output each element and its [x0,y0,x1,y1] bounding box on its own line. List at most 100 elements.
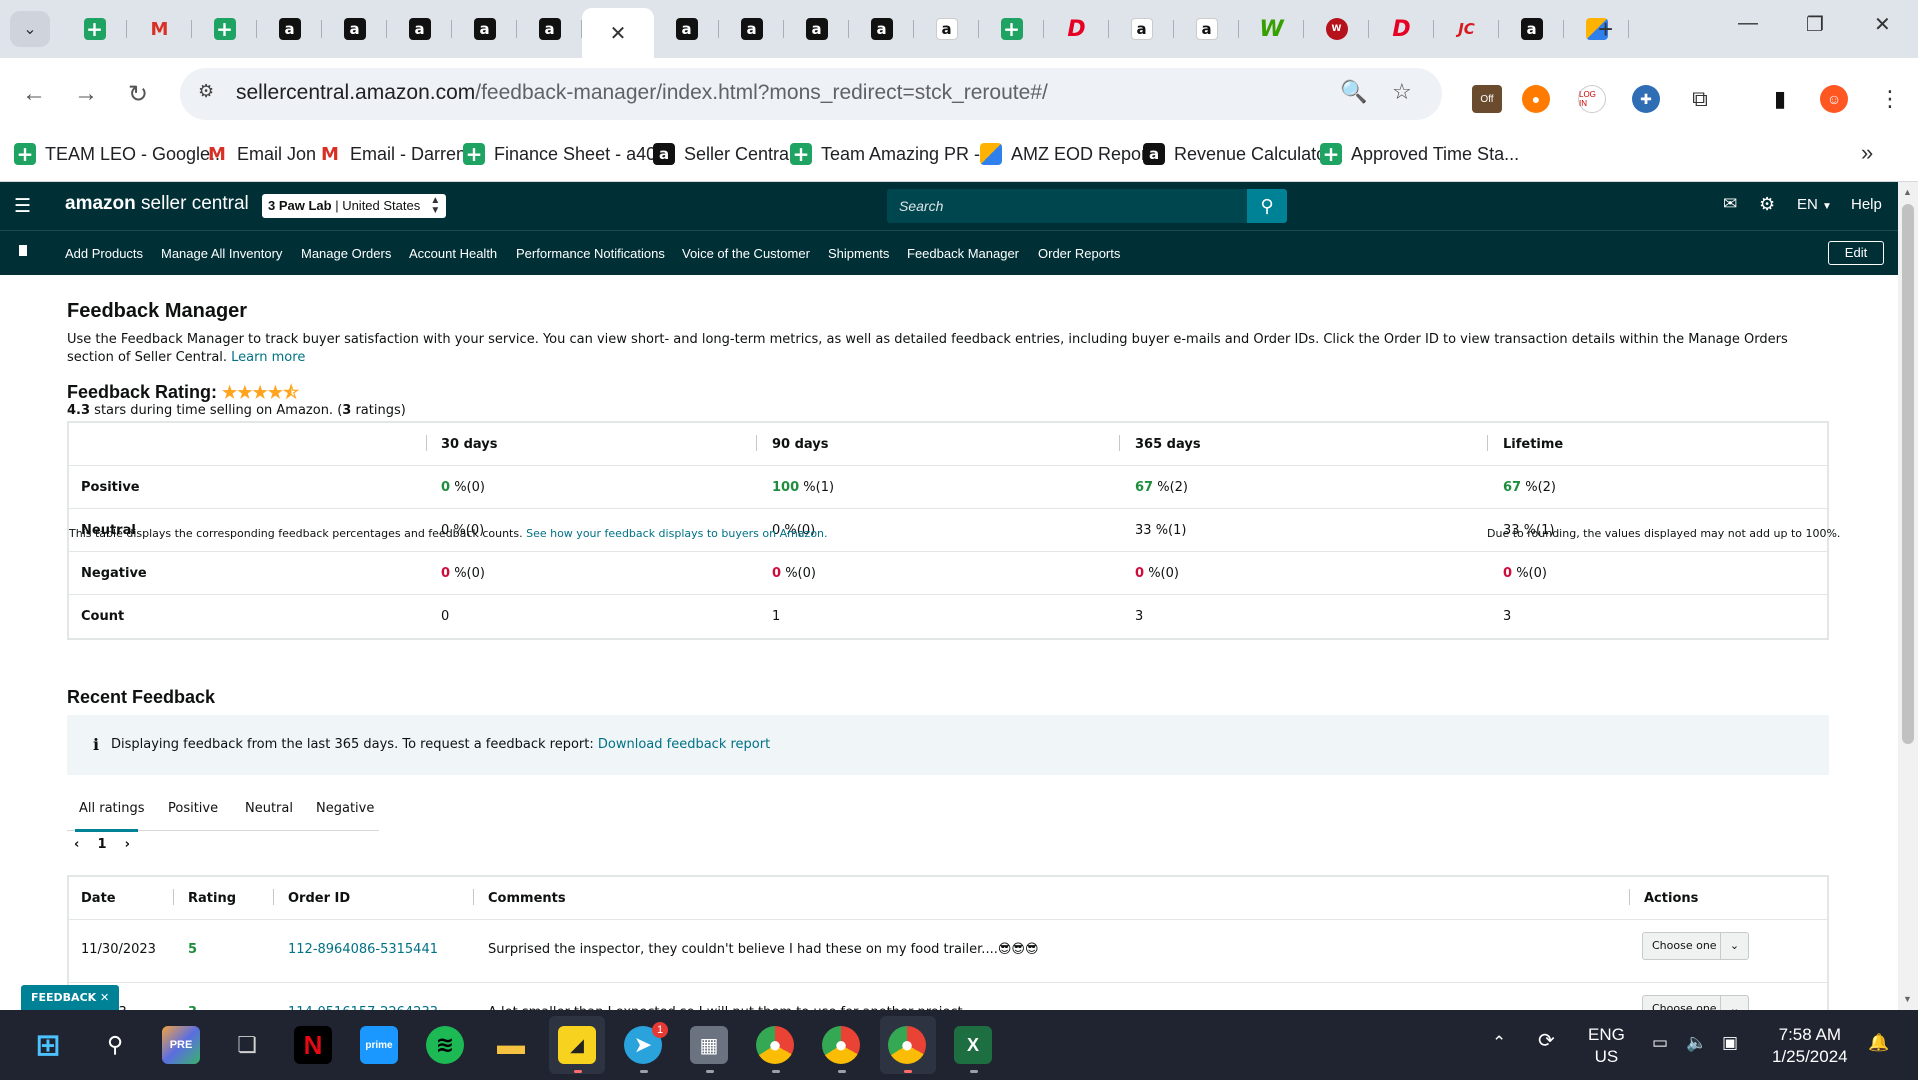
chrome-icon[interactable]: ● [756,1026,794,1064]
chevron-left-icon[interactable]: ‹ [74,837,79,852]
netflix-icon[interactable]: N [294,1026,332,1064]
nav-link-add-products[interactable]: Add Products [65,246,143,261]
chrome-profile-icon[interactable]: ● [822,1026,860,1064]
nav-link-order-reports[interactable]: Order Reports [1038,246,1120,261]
browser-tab[interactable]: + [979,8,1044,50]
help-link[interactable]: Help [1851,196,1882,213]
clock[interactable]: 7:58 AM 1/25/2024 [1772,1024,1848,1068]
page-number[interactable]: 1 [97,837,106,852]
browser-tab[interactable]: W [1304,8,1369,50]
zoom-icon[interactable]: 🔍 [1340,79,1367,105]
calculator-icon[interactable]: ▦ [690,1026,728,1064]
seller-central-logo[interactable]: amazon seller central [65,193,249,215]
action-dropdown[interactable]: Choose one ⌄ [1642,932,1749,960]
browser-tab[interactable]: a [784,8,849,50]
windows-start-icon[interactable]: ⊞ [29,1026,67,1064]
notification-bell-icon[interactable]: 🔔 [1868,1032,1889,1054]
side-panel-icon[interactable]: ▮ [1766,85,1794,113]
browser-tab[interactable]: a [1109,8,1174,50]
browser-tab[interactable]: a [1499,8,1564,50]
bookmark-item[interactable]: M Email - Darren [319,143,466,165]
filter-tab-negative[interactable]: Negative [316,801,374,816]
browser-tab[interactable] [1564,8,1629,50]
language-selector[interactable]: EN ▼ [1797,196,1832,213]
back-button[interactable]: ← [22,80,46,108]
bookmark-item[interactable]: a Seller Central [653,143,793,165]
browser-tab[interactable]: + [192,8,257,50]
search-button[interactable]: ⚲ [1247,189,1287,223]
feedback-widget-tab[interactable]: FEEDBACK ✕ [21,985,120,1010]
extensions-puzzle-icon[interactable]: ⧉ [1686,85,1714,113]
more-bookmarks-icon[interactable]: » [1861,140,1873,166]
nav-link-manage-orders[interactable]: Manage Orders [301,246,391,261]
close-tab-icon[interactable]: ✕ [610,21,627,46]
browser-tab[interactable]: a [654,8,719,50]
browser-tab[interactable]: a [517,8,582,50]
filter-tab-neutral[interactable]: Neutral [245,801,293,816]
nav-link-voice-of-the-customer[interactable]: Voice of the Customer [682,246,810,261]
sync-icon[interactable]: ⟳ [1538,1030,1555,1052]
nav-link-manage-all-inventory[interactable]: Manage All Inventory [161,246,282,261]
forward-button[interactable]: → [74,80,98,108]
bookmark-icon[interactable] [19,245,27,256]
filter-tab-positive[interactable]: Positive [168,801,218,816]
bookmark-item[interactable]: a Revenue Calculator [1143,143,1332,165]
page-scrollbar[interactable]: ▲ ▼ [1898,182,1918,1010]
scroll-up-icon[interactable]: ▲ [1903,187,1912,197]
browser-tab[interactable]: a [452,8,517,50]
chevron-right-icon[interactable]: › [125,837,130,852]
copilot-icon[interactable]: PRE [162,1026,200,1064]
nav-link-performance-notifications[interactable]: Performance Notifications [516,246,665,261]
browser-tab[interactable]: a [257,8,322,50]
action-dropdown[interactable]: Choose one ⌄ [1642,995,1749,1010]
file-explorer-icon[interactable]: ▬ [492,1026,530,1064]
browser-tab[interactable]: a [322,8,387,50]
bookmark-item[interactable]: AMZ EOD Report [980,143,1152,165]
scroll-down-icon[interactable]: ▼ [1903,994,1912,1004]
download-report-link[interactable]: Download feedback report [598,737,770,752]
store-selector[interactable]: 3 Paw Lab | United States ▲ ▼ [262,194,447,218]
language-indicator[interactable]: ENG US [1588,1024,1625,1068]
gear-icon[interactable]: ⚙ [1759,194,1775,215]
bookmark-star-icon[interactable]: ☆ [1392,79,1412,105]
battery-icon[interactable]: ▣ [1722,1032,1738,1054]
omnibox[interactable]: ⚙ sellercentral.amazon.com/feedback-mana… [180,68,1442,120]
spotify-icon[interactable]: ≋ [426,1026,464,1064]
browser-tab[interactable]: + [62,8,127,50]
url-text[interactable]: sellercentral.amazon.com/feedback-manage… [236,81,1048,105]
extension-off-icon[interactable]: Off [1472,85,1502,113]
browser-menu-icon[interactable]: ⋮ [1876,85,1904,113]
bookmark-item[interactable]: + Approved Time Sta... [1320,142,1519,166]
sticky-notes-icon[interactable]: ◢ [558,1026,596,1064]
nav-link-account-health[interactable]: Account Health [409,246,497,261]
close-icon[interactable]: ✕ [100,991,109,1004]
nav-link-feedback-manager[interactable]: Feedback Manager [907,246,1019,261]
browser-tab[interactable]: W [1239,8,1304,50]
scrollbar-thumb[interactable] [1902,204,1914,744]
browser-tab-active[interactable]: ✕ [582,8,654,58]
display-icon[interactable]: ▭ [1652,1032,1668,1054]
nav-link-shipments[interactable]: Shipments [828,246,889,261]
bookmark-item[interactable]: + Team Amazing PR -... [790,142,995,166]
browser-tab[interactable]: a [719,8,784,50]
learn-more-link[interactable]: Learn more [231,350,305,365]
browser-tab[interactable]: a [1174,8,1239,50]
prime-video-icon[interactable]: prime [360,1026,398,1064]
bookmark-item[interactable]: + Finance Sheet - a40... [463,142,671,166]
profile-avatar[interactable]: ☺ [1820,85,1848,113]
extension-orange-icon[interactable]: ● [1522,85,1550,113]
chrome-active-icon[interactable]: ● [888,1026,926,1064]
edit-nav-button[interactable]: Edit [1828,241,1884,265]
browser-tab[interactable]: M [127,8,192,50]
filter-tab-all-ratings[interactable]: All ratings [79,801,145,816]
mail-icon[interactable]: ✉ [1723,194,1737,214]
bookmark-item[interactable]: + TEAM LEO - Google... [14,142,225,166]
browser-tab[interactable]: D [1044,8,1109,50]
browser-tab[interactable]: a [849,8,914,50]
search-field[interactable] [887,189,1247,223]
search-input[interactable] [887,189,1247,223]
hamburger-menu-icon[interactable]: ☰ [14,195,31,218]
excel-icon[interactable]: X [954,1026,992,1064]
close-window-button[interactable]: ✕ [1874,12,1891,37]
extension-login-icon[interactable]: LOG IN [1578,85,1606,113]
